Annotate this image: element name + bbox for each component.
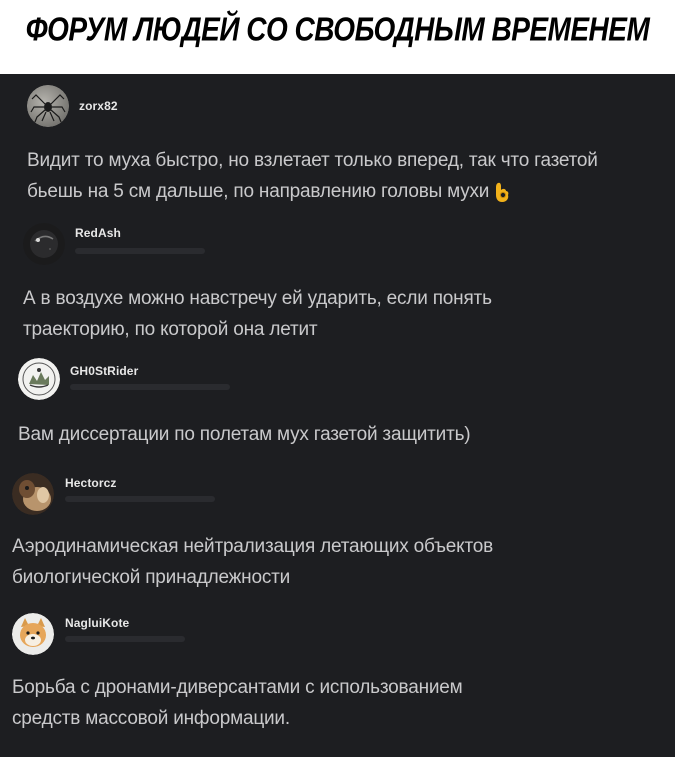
- comment-feed: zorx82 Видит то муха быстро, но взлетает…: [0, 74, 675, 757]
- comment-text: Борьба с дронами-диверсантами с использо…: [12, 677, 463, 729]
- comment-text: А в воздухе можно навстречу ей ударить, …: [23, 288, 492, 340]
- comment-meta: [75, 248, 205, 254]
- dark-sphere-avatar-icon: [23, 223, 65, 265]
- comment-meta: [65, 496, 215, 502]
- dog-photo-avatar-icon: [12, 473, 54, 515]
- comment-text: Вам диссертации по полетам мух газетой з…: [18, 424, 471, 445]
- avatar[interactable]: [18, 358, 60, 400]
- comment-meta: [70, 384, 230, 390]
- comment-username[interactable]: zorx82: [79, 99, 118, 113]
- meme-title: ФОРУМ ЛЮДЕЙ СО СВОБОДНЫМ ВРЕМЕНЕМ: [25, 11, 650, 48]
- avatar[interactable]: [23, 223, 65, 265]
- comment-text: Видит то муха быстро, но взлетает только…: [27, 145, 667, 207]
- avatar[interactable]: [12, 613, 54, 655]
- shiba-avatar-icon: [12, 613, 54, 655]
- meme-header: ФОРУМ ЛЮДЕЙ СО СВОБОДНЫМ ВРЕМЕНЕМ: [0, 0, 675, 74]
- comment-username[interactable]: RedAsh: [75, 226, 121, 240]
- comment-meta: [65, 636, 185, 642]
- comment-username[interactable]: NagluiKote: [65, 616, 129, 630]
- comment-text: Аэродинамическая нейтрализация летающих …: [12, 536, 494, 588]
- avatar[interactable]: [12, 473, 54, 515]
- spider-avatar-icon: [27, 85, 69, 127]
- avatar[interactable]: [27, 85, 69, 127]
- comment-username[interactable]: GH0StRider: [70, 364, 138, 378]
- badge-avatar-icon: [18, 358, 60, 400]
- comment-username[interactable]: Hectorcz: [65, 476, 116, 490]
- ok-hand-icon: [493, 181, 511, 203]
- comment-text-content: Видит то муха быстро, но взлетает только…: [27, 150, 598, 202]
